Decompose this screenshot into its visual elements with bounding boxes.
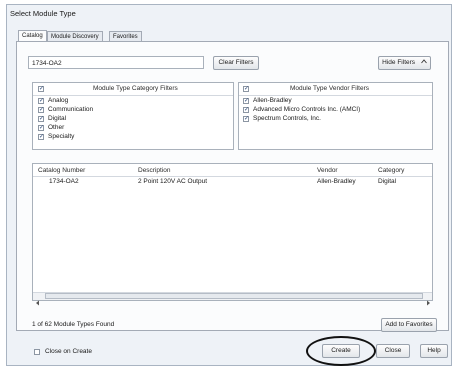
add-to-favorites-button[interactable]: Add to Favorites [381,318,437,332]
category-specialty-label: Specialty [48,133,75,140]
category-communication-label: Communication [48,106,94,113]
category-filters-divider [33,95,233,96]
category-analog-checkbox[interactable] [38,97,44,104]
cell-category: Digital [378,178,397,185]
category-communication-checkbox[interactable] [38,106,44,113]
clear-filters-button[interactable]: Clear Filters [213,56,259,70]
close-button[interactable]: Close [376,344,410,358]
column-header-category[interactable]: Category [378,167,404,175]
category-digital-label: Digital [48,115,67,122]
column-header-vendor[interactable]: Vendor [317,167,338,175]
vendor-spectrum-checkbox[interactable] [243,115,249,122]
close-on-create-checkbox[interactable] [34,349,40,355]
chevron-up-icon [420,59,427,66]
hide-filters-label: Hide Filters [382,59,416,66]
category-filters-header: Module Type Category Filters [93,85,178,92]
create-button-highlight-circle [306,336,376,366]
vendor-allen-bradley-label: Allen-Bradley [253,97,292,104]
window-title: Select Module Type [10,9,76,18]
cell-catalog-number: 1734-OA2 [49,178,79,185]
category-specialty-checkbox[interactable] [38,133,44,140]
vendor-filters-divider [239,95,432,96]
table-header-divider [33,176,432,177]
scrollbar-thumb[interactable] [45,293,423,299]
close-on-create-label: Close on Create [45,348,92,355]
category-digital-checkbox[interactable] [38,115,44,122]
category-other-label: Other [48,124,65,131]
category-other-checkbox[interactable] [38,124,44,131]
column-header-catalog-number[interactable]: Catalog Number [38,167,85,175]
category-filters-select-all-checkbox[interactable] [38,85,44,92]
catalog-search-input[interactable]: 1734-OA2 [28,56,204,69]
vendor-amci-checkbox[interactable] [243,106,249,113]
category-analog-label: Analog [48,97,69,104]
column-header-description[interactable]: Description [138,167,171,175]
results-count-status: 1 of 62 Module Types Found [32,321,115,328]
arrow-right-icon[interactable] [426,293,431,311]
vendor-filters-select-all-checkbox[interactable] [243,85,249,92]
table-row[interactable]: 1734-OA2 2 Point 120V AC Output Allen-Br… [33,178,432,187]
cell-vendor: Allen-Bradley [317,178,356,185]
help-button[interactable]: Help [420,344,448,358]
vendor-spectrum-label: Spectrum Controls, Inc. [253,115,321,122]
cell-description: 2 Point 120V AC Output [138,178,208,185]
vendor-filters-header: Module Type Vendor Filters [290,85,370,92]
vendor-allen-bradley-checkbox[interactable] [243,97,249,104]
hide-filters-button[interactable]: Hide Filters [378,56,431,70]
vendor-amci-label: Advanced Micro Controls Inc. (AMCI) [253,106,361,113]
arrow-left-icon[interactable] [35,293,40,311]
